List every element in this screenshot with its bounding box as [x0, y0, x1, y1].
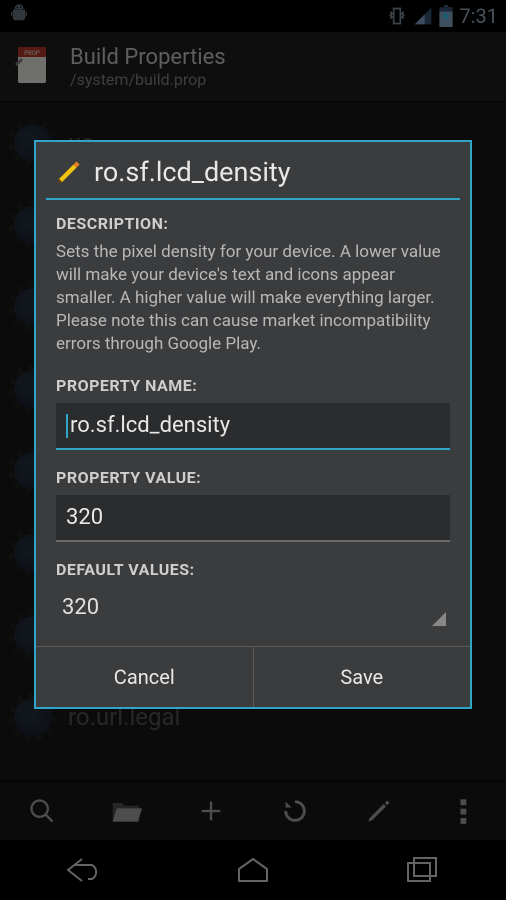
property-name-group: PROPERTY NAME: ro.sf.lcd_density: [56, 376, 450, 450]
property-name-label: PROPERTY NAME:: [56, 376, 450, 395]
property-name-value: ro.sf.lcd_density: [70, 413, 230, 438]
dialog-body: DESCRIPTION: Sets the pixel density for …: [36, 214, 470, 628]
property-value-input[interactable]: 320: [56, 495, 450, 542]
chevron-down-icon: [432, 612, 446, 626]
pencil-icon: [54, 157, 84, 187]
default-values-spinner[interactable]: 320: [56, 587, 450, 628]
dialog-header: ro.sf.lcd_density: [36, 142, 470, 198]
property-value-group: PROPERTY VALUE: 320: [56, 468, 450, 542]
dialog-title: ro.sf.lcd_density: [94, 156, 291, 188]
description-text: Sets the pixel density for your device. …: [56, 241, 450, 356]
default-values-label: DEFAULT VALUES:: [56, 560, 450, 579]
property-value-label: PROPERTY VALUE:: [56, 468, 450, 487]
default-value-selected: 320: [56, 587, 450, 628]
edit-property-dialog: ro.sf.lcd_density DESCRIPTION: Sets the …: [34, 140, 472, 709]
description-label: DESCRIPTION:: [56, 214, 450, 233]
cancel-button[interactable]: Cancel: [36, 647, 254, 707]
default-values-group: DEFAULT VALUES: 320: [56, 560, 450, 628]
property-value-value: 320: [66, 505, 103, 530]
property-name-input[interactable]: ro.sf.lcd_density: [56, 403, 450, 450]
dialog-divider: [46, 198, 460, 200]
dialog-buttons: Cancel Save: [36, 646, 470, 707]
save-button[interactable]: Save: [254, 647, 471, 707]
